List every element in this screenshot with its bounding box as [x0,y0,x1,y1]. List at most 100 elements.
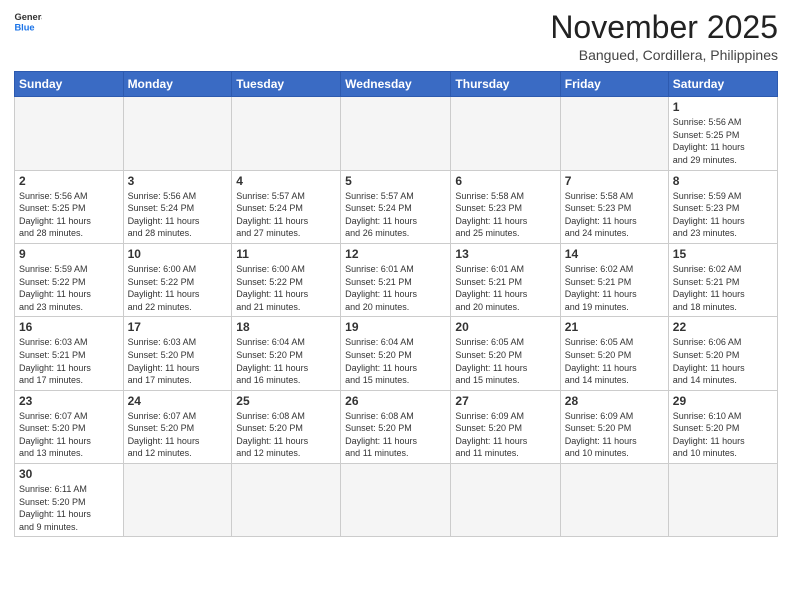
cell-info: Sunrise: 6:05 AM Sunset: 5:20 PM Dayligh… [565,337,637,385]
cell-info: Sunrise: 5:56 AM Sunset: 5:25 PM Dayligh… [673,117,745,165]
cell-info: Sunrise: 5:59 AM Sunset: 5:22 PM Dayligh… [19,264,91,312]
calendar-cell [15,97,124,170]
calendar-cell: 13 Sunrise: 6:01 AM Sunset: 5:21 PM Dayli… [451,243,560,316]
location: Bangued, Cordillera, Philippines [550,47,778,63]
day-number: 10 [128,247,228,261]
cell-info: Sunrise: 6:08 AM Sunset: 5:20 PM Dayligh… [345,411,417,459]
calendar-cell: 4Sunrise: 5:57 AM Sunset: 5:24 PM Daylig… [232,170,341,243]
day-number: 20 [455,320,555,334]
cell-info: Sunrise: 6:02 AM Sunset: 5:21 PM Dayligh… [673,264,745,312]
day-number: 17 [128,320,228,334]
calendar-cell [232,464,341,537]
cell-info: Sunrise: 6:07 AM Sunset: 5:20 PM Dayligh… [19,411,91,459]
weekday-wednesday: Wednesday [341,72,451,97]
week-row-2: 9Sunrise: 5:59 AM Sunset: 5:22 PM Daylig… [15,243,778,316]
day-number: 5 [345,174,446,188]
weekday-saturday: Saturday [668,72,777,97]
calendar-cell [451,464,560,537]
day-number: 27 [455,394,555,408]
calendar-cell: 2Sunrise: 5:56 AM Sunset: 5:25 PM Daylig… [15,170,124,243]
calendar-cell: 23 Sunrise: 6:07 AM Sunset: 5:20 PM Dayli… [15,390,124,463]
day-number: 30 [19,467,119,481]
cell-info: Sunrise: 6:06 AM Sunset: 5:20 PM Dayligh… [673,337,745,385]
cell-info: Sunrise: 6:01 AM Sunset: 5:21 PM Dayligh… [455,264,527,312]
calendar-cell: 9Sunrise: 5:59 AM Sunset: 5:22 PM Daylig… [15,243,124,316]
calendar-cell [232,97,341,170]
calendar-cell [341,97,451,170]
calendar-cell [341,464,451,537]
calendar-cell: 3Sunrise: 5:56 AM Sunset: 5:24 PM Daylig… [123,170,232,243]
day-number: 12 [345,247,446,261]
calendar-cell [560,97,668,170]
cell-info: Sunrise: 6:09 AM Sunset: 5:20 PM Dayligh… [565,411,637,459]
cell-info: Sunrise: 6:11 AM Sunset: 5:20 PM Dayligh… [19,484,91,532]
day-number: 2 [19,174,119,188]
calendar-cell: 11Sunrise: 6:00 AM Sunset: 5:22 PM Dayli… [232,243,341,316]
cell-info: Sunrise: 6:03 AM Sunset: 5:20 PM Dayligh… [128,337,200,385]
calendar-cell [451,97,560,170]
day-number: 25 [236,394,336,408]
day-number: 24 [128,394,228,408]
calendar-cell [560,464,668,537]
title-block: November 2025 Bangued, Cordillera, Phili… [550,10,778,63]
day-number: 28 [565,394,664,408]
cell-info: Sunrise: 6:09 AM Sunset: 5:20 PM Dayligh… [455,411,527,459]
day-number: 1 [673,100,773,114]
calendar-cell: 7 Sunrise: 5:58 AM Sunset: 5:23 PM Daylig… [560,170,668,243]
calendar-cell: 8Sunrise: 5:59 AM Sunset: 5:23 PM Daylig… [668,170,777,243]
calendar-cell: 12Sunrise: 6:01 AM Sunset: 5:21 PM Dayli… [341,243,451,316]
day-number: 14 [565,247,664,261]
calendar-cell: 30 Sunrise: 6:11 AM Sunset: 5:20 PM Dayli… [15,464,124,537]
cell-info: Sunrise: 6:05 AM Sunset: 5:20 PM Dayligh… [455,337,527,385]
day-number: 8 [673,174,773,188]
calendar-cell: 1 Sunrise: 5:56 AM Sunset: 5:25 PM Daylig… [668,97,777,170]
svg-text:General: General [14,12,42,22]
day-number: 18 [236,320,336,334]
calendar-cell: 14 Sunrise: 6:02 AM Sunset: 5:21 PM Dayli… [560,243,668,316]
day-number: 7 [565,174,664,188]
weekday-sunday: Sunday [15,72,124,97]
day-number: 23 [19,394,119,408]
day-number: 15 [673,247,773,261]
cell-info: Sunrise: 6:03 AM Sunset: 5:21 PM Dayligh… [19,337,91,385]
weekday-header-row: SundayMondayTuesdayWednesdayThursdayFrid… [15,72,778,97]
calendar: SundayMondayTuesdayWednesdayThursdayFrid… [14,71,778,537]
week-row-5: 30 Sunrise: 6:11 AM Sunset: 5:20 PM Dayli… [15,464,778,537]
calendar-cell: 20 Sunrise: 6:05 AM Sunset: 5:20 PM Dayli… [451,317,560,390]
cell-info: Sunrise: 5:58 AM Sunset: 5:23 PM Dayligh… [565,191,637,239]
week-row-1: 2Sunrise: 5:56 AM Sunset: 5:25 PM Daylig… [15,170,778,243]
calendar-cell: 10 Sunrise: 6:00 AM Sunset: 5:22 PM Dayli… [123,243,232,316]
week-row-4: 23 Sunrise: 6:07 AM Sunset: 5:20 PM Dayli… [15,390,778,463]
calendar-cell: 24Sunrise: 6:07 AM Sunset: 5:20 PM Dayli… [123,390,232,463]
cell-info: Sunrise: 5:56 AM Sunset: 5:24 PM Dayligh… [128,191,200,239]
calendar-cell [668,464,777,537]
cell-info: Sunrise: 6:02 AM Sunset: 5:21 PM Dayligh… [565,264,637,312]
calendar-cell: 27 Sunrise: 6:09 AM Sunset: 5:20 PM Dayli… [451,390,560,463]
calendar-cell: 17 Sunrise: 6:03 AM Sunset: 5:20 PM Dayli… [123,317,232,390]
calendar-cell: 25Sunrise: 6:08 AM Sunset: 5:20 PM Dayli… [232,390,341,463]
page: GeneralBlue November 2025 Bangued, Cordi… [0,0,792,612]
cell-info: Sunrise: 6:10 AM Sunset: 5:20 PM Dayligh… [673,411,745,459]
day-number: 13 [455,247,555,261]
svg-text:Blue: Blue [14,22,34,32]
day-number: 11 [236,247,336,261]
week-row-0: 1 Sunrise: 5:56 AM Sunset: 5:25 PM Daylig… [15,97,778,170]
day-number: 19 [345,320,446,334]
calendar-cell: 29 Sunrise: 6:10 AM Sunset: 5:20 PM Dayli… [668,390,777,463]
day-number: 4 [236,174,336,188]
cell-info: Sunrise: 5:58 AM Sunset: 5:23 PM Dayligh… [455,191,527,239]
calendar-cell: 5 Sunrise: 5:57 AM Sunset: 5:24 PM Daylig… [341,170,451,243]
day-number: 26 [345,394,446,408]
weekday-thursday: Thursday [451,72,560,97]
calendar-cell: 15 Sunrise: 6:02 AM Sunset: 5:21 PM Dayli… [668,243,777,316]
week-row-3: 16Sunrise: 6:03 AM Sunset: 5:21 PM Dayli… [15,317,778,390]
day-number: 29 [673,394,773,408]
cell-info: Sunrise: 5:57 AM Sunset: 5:24 PM Dayligh… [345,191,417,239]
calendar-cell: 18 Sunrise: 6:04 AM Sunset: 5:20 PM Dayli… [232,317,341,390]
month-title: November 2025 [550,10,778,45]
logo-icon: GeneralBlue [14,10,42,32]
cell-info: Sunrise: 6:00 AM Sunset: 5:22 PM Dayligh… [128,264,200,312]
day-number: 21 [565,320,664,334]
day-number: 22 [673,320,773,334]
cell-info: Sunrise: 6:04 AM Sunset: 5:20 PM Dayligh… [236,337,308,385]
